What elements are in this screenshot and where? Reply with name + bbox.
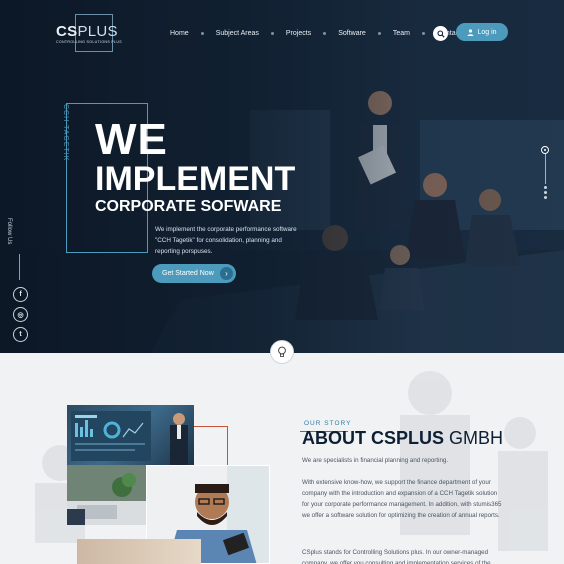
- slide-indicator[interactable]: [543, 196, 547, 199]
- about-paragraph-2: With extensive know-how, we support the …: [302, 479, 502, 519]
- main-nav: Home Subject Areas Projects Software Tea…: [170, 27, 461, 39]
- office-plant-image: [67, 465, 146, 525]
- slider-pagination: [540, 146, 550, 199]
- follow-divider: [19, 254, 20, 280]
- follow-us-label: Follow Us: [6, 218, 12, 245]
- about-paragraph-3: CSplus stands for Controlling Solutions …: [302, 549, 491, 564]
- nav-item-subject-areas[interactable]: Subject Areas: [216, 30, 259, 37]
- accent-line: [227, 426, 228, 466]
- slide-indicator-active[interactable]: [541, 146, 549, 154]
- about-section: OUR STORY ABOUT CSPLUS GMBH We are speci…: [0, 353, 564, 564]
- search-button[interactable]: [433, 26, 448, 41]
- login-label: Log in: [477, 28, 497, 36]
- logo[interactable]: CSPLUS CONTROLLING SOLUTIONS PLUS: [56, 14, 122, 52]
- nav-separator: [270, 31, 274, 35]
- get-started-button[interactable]: Get Started Now ›: [152, 264, 236, 283]
- slide-indicator[interactable]: [543, 191, 547, 194]
- accent-line: [194, 426, 228, 427]
- vertical-tag: CCH TAGETIK: [62, 104, 69, 162]
- hero-headline-corporate: CORPORATE SOFWARE: [95, 198, 282, 215]
- nav-item-home[interactable]: Home: [170, 30, 189, 37]
- about-title: ABOUT CSPLUS GMBH: [302, 428, 504, 448]
- hero-headline-we: WE: [95, 115, 168, 164]
- nav-separator: [200, 31, 204, 35]
- nav-item-software[interactable]: Software: [338, 30, 366, 37]
- search-icon: [436, 29, 445, 38]
- facebook-icon[interactable]: f: [13, 287, 28, 302]
- about-kicker: OUR STORY: [304, 420, 352, 427]
- twitter-icon[interactable]: t: [13, 327, 28, 342]
- analytics-dashboard-image: [67, 405, 194, 465]
- hero-headline-implement: IMPLEMENT: [95, 160, 296, 198]
- nav-separator: [323, 31, 327, 35]
- get-started-label: Get Started Now: [162, 270, 214, 277]
- slide-indicator[interactable]: [543, 186, 547, 189]
- nav-separator: [421, 31, 425, 35]
- scroll-down-button[interactable]: [270, 340, 294, 364]
- user-icon: [468, 28, 474, 36]
- about-paragraph-1: We are specialists in financial planning…: [302, 457, 449, 464]
- login-button[interactable]: Log in: [456, 23, 508, 41]
- nav-item-projects[interactable]: Projects: [286, 30, 311, 37]
- logo-tagline: CONTROLLING SOLUTIONS PLUS: [56, 40, 122, 44]
- instagram-icon[interactable]: ◎: [13, 307, 28, 322]
- slider-track: [544, 154, 546, 184]
- nav-item-team[interactable]: Team: [393, 30, 410, 37]
- nav-separator: [377, 31, 381, 35]
- meeting-photo-image: [77, 539, 201, 564]
- hero-description: We implement the corporate performance s…: [155, 226, 297, 255]
- logo-wordmark: CSPLUS: [56, 23, 118, 40]
- lightbulb-icon: [278, 346, 286, 357]
- chevron-right-icon: ›: [220, 267, 233, 280]
